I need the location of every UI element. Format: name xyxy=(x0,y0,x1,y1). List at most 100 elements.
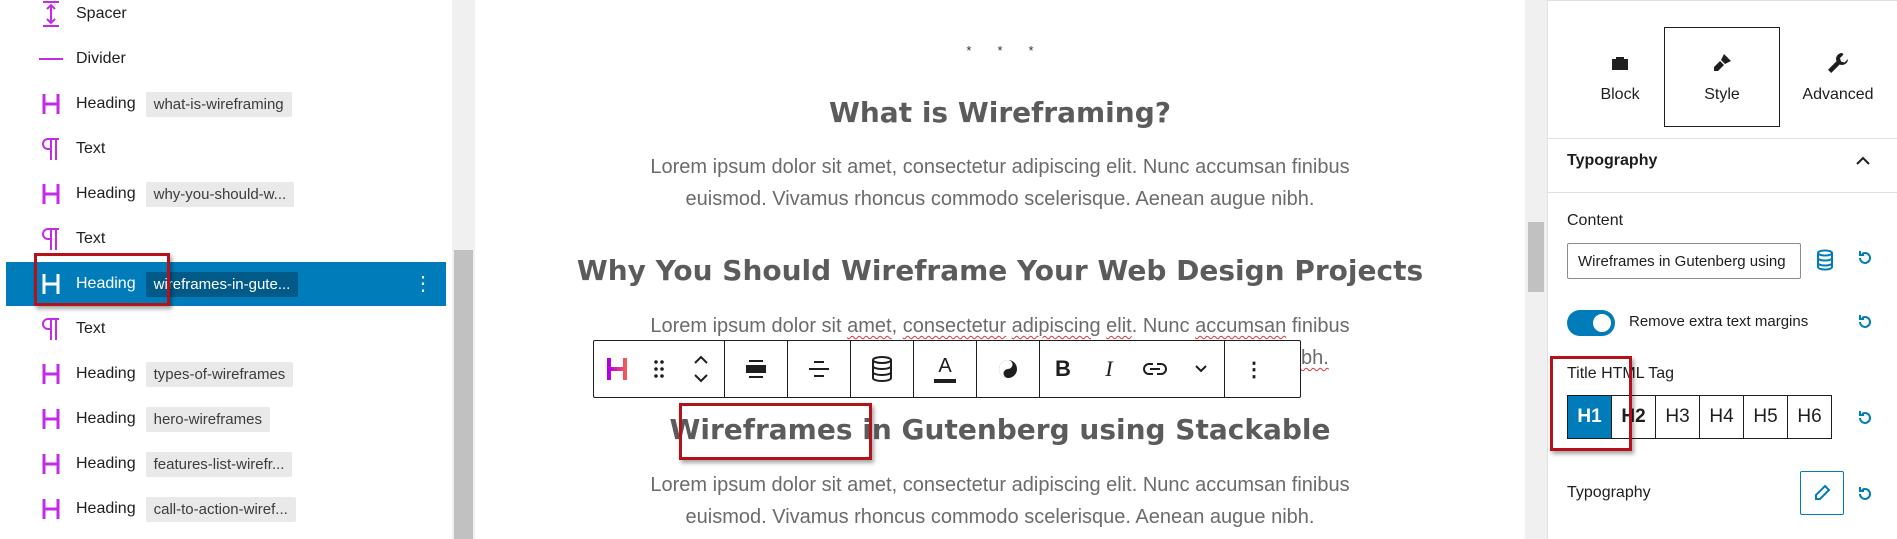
reset-icon[interactable] xyxy=(1857,314,1873,335)
align-wide-icon[interactable] xyxy=(725,341,787,397)
heading-what-is-wireframing[interactable]: What is Wireframing? xyxy=(475,96,1525,129)
italic-button[interactable]: I xyxy=(1086,341,1132,397)
anchor-badge: call-to-action-wiref... xyxy=(145,496,296,522)
canvas-scrollbar-thumb[interactable] xyxy=(1528,222,1544,292)
text-align-center-icon[interactable] xyxy=(788,341,850,397)
list-item-text[interactable]: Text xyxy=(6,127,446,171)
misspelled-word: accumsan xyxy=(1195,315,1287,337)
tag-h1-button[interactable]: H1 xyxy=(1567,395,1612,439)
reset-icon[interactable] xyxy=(1857,250,1873,271)
list-item-label: Heading xyxy=(76,410,136,427)
anchor-badge: wireframes-in-gute... xyxy=(145,271,299,297)
misspelled-word: bh. xyxy=(1301,347,1329,369)
list-item-heading[interactable]: Heading features-list-wirefr... xyxy=(6,442,446,486)
list-item-label: Spacer xyxy=(76,5,127,22)
list-item-text[interactable]: Text xyxy=(6,307,446,351)
list-item-text[interactable]: Text xyxy=(6,217,446,261)
typography-edit-button[interactable] xyxy=(1800,471,1844,515)
paragraph-line[interactable]: euismod. Vivamus rhoncus commodo sceleri… xyxy=(475,501,1525,533)
more-formats-icon[interactable] xyxy=(1178,341,1224,397)
dynamic-content-icon[interactable] xyxy=(1816,249,1834,276)
list-view-scrollbar-thumb[interactable] xyxy=(454,250,473,539)
toggle-knob xyxy=(1593,314,1611,332)
tag-h6-button[interactable]: H6 xyxy=(1787,395,1832,439)
sidebar-divider xyxy=(1548,192,1897,193)
list-item-label: Heading xyxy=(76,185,136,202)
wrench-icon xyxy=(1827,50,1849,76)
text-color-letter: A xyxy=(938,354,952,377)
link-icon[interactable] xyxy=(1132,341,1178,397)
paragraph-icon xyxy=(36,314,66,344)
move-up-down-icon[interactable] xyxy=(678,341,724,397)
list-item-label: Heading xyxy=(76,455,136,472)
list-item-label: Divider xyxy=(76,50,126,67)
sidebar-divider xyxy=(1548,0,1897,1)
tab-style[interactable]: Style xyxy=(1664,27,1780,127)
list-item-label: Heading xyxy=(76,95,136,112)
tag-h4-button[interactable]: H4 xyxy=(1699,395,1744,439)
tag-h5-button[interactable]: H5 xyxy=(1743,395,1788,439)
heading-wireframes-in-gutenberg[interactable]: Wireframes in Gutenberg using Stackable xyxy=(475,413,1525,446)
drag-handle-icon[interactable] xyxy=(640,341,678,397)
heading-block-icon[interactable] xyxy=(594,341,640,397)
bold-button[interactable]: B xyxy=(1040,341,1086,397)
toolbar-group-align xyxy=(725,341,788,397)
paragraph-line[interactable]: Lorem ipsum dolor sit amet, consectetur … xyxy=(475,151,1525,183)
sidebar-divider xyxy=(1548,138,1897,139)
tag-h3-button[interactable]: H3 xyxy=(1655,395,1700,439)
list-item-heading[interactable]: Heading what-is-wireframing xyxy=(6,82,446,126)
paragraph-line[interactable]: Lorem ipsum dolor sit amet, consectetur … xyxy=(475,469,1525,501)
paragraph-line-spellcheck[interactable]: Lorem ipsum dolor sit amet, consectetur … xyxy=(475,310,1525,342)
list-item-label: Text xyxy=(76,320,106,337)
brush-icon xyxy=(1711,50,1733,76)
heading-icon xyxy=(36,404,66,434)
paragraph-tail: bh. xyxy=(1301,342,1329,374)
toolbar-group-color: A xyxy=(914,341,977,397)
heading-icon xyxy=(36,359,66,389)
reset-icon[interactable] xyxy=(1857,410,1873,431)
pencil-icon xyxy=(1815,484,1831,500)
list-item-spacer[interactable]: Spacer xyxy=(6,0,446,36)
anchor-badge: what-is-wireframing xyxy=(145,91,292,117)
text-color-icon[interactable]: A xyxy=(914,341,976,397)
toolbar-group-style xyxy=(977,341,1040,397)
options-icon[interactable]: ⋮ xyxy=(412,271,434,296)
typography-label: Typography xyxy=(1567,484,1651,501)
tab-advanced[interactable]: Advanced xyxy=(1780,27,1896,127)
heading-icon xyxy=(36,179,66,209)
misspelled-word: elit xyxy=(1106,315,1132,337)
list-view-panel: Spacer Divider Heading what-is-wireframi… xyxy=(0,0,452,539)
anchor-badge: features-list-wirefr... xyxy=(145,451,293,477)
block-icon xyxy=(1610,50,1630,76)
dynamic-content-icon[interactable] xyxy=(851,341,913,397)
anchor-badge: hero-wireframes xyxy=(145,406,270,432)
heading-why-wireframe[interactable]: Why You Should Wireframe Your Web Design… xyxy=(475,254,1525,287)
list-item-heading[interactable]: Heading types-of-wireframes xyxy=(6,352,446,396)
reset-icon[interactable] xyxy=(1857,486,1873,507)
anchor-badge: types-of-wireframes xyxy=(145,361,294,387)
title-tag-label: Title HTML Tag xyxy=(1567,365,1674,382)
list-item-heading[interactable]: Heading call-to-action-wiref... xyxy=(6,487,446,531)
paragraph-line[interactable]: euismod. Vivamus rhoncus commodo sceleri… xyxy=(475,183,1525,215)
content-label: Content xyxy=(1567,212,1624,229)
tab-label: Advanced xyxy=(1802,86,1874,103)
toolbar-group-dynamic xyxy=(851,341,914,397)
tag-h2-button[interactable]: H2 xyxy=(1611,395,1656,439)
tab-label: Style xyxy=(1704,86,1740,103)
list-item-heading[interactable]: Heading why-you-should-w... xyxy=(6,172,446,216)
typography-panel-title[interactable]: Typography xyxy=(1567,152,1657,170)
toolbar-group-options: ⋮ xyxy=(1225,341,1283,397)
chevron-up-icon[interactable] xyxy=(1855,150,1871,171)
text-run: Lorem ipsum dolor sit xyxy=(650,315,848,337)
list-item-heading-selected[interactable]: Heading wireframes-in-gute... ⋮ xyxy=(6,262,446,306)
list-item-heading[interactable]: Heading hero-wireframes xyxy=(6,397,446,441)
block-toolbar: A B I ⋮ xyxy=(593,340,1301,398)
heading-icon xyxy=(36,449,66,479)
content-input[interactable] xyxy=(1567,243,1801,279)
list-item-divider[interactable]: Divider xyxy=(6,37,446,81)
tab-block[interactable]: Block xyxy=(1562,27,1678,127)
style-copy-icon[interactable] xyxy=(977,341,1039,397)
options-icon[interactable]: ⋮ xyxy=(1225,341,1283,397)
text-run: , xyxy=(891,315,903,337)
remove-margins-toggle[interactable] xyxy=(1567,310,1615,336)
